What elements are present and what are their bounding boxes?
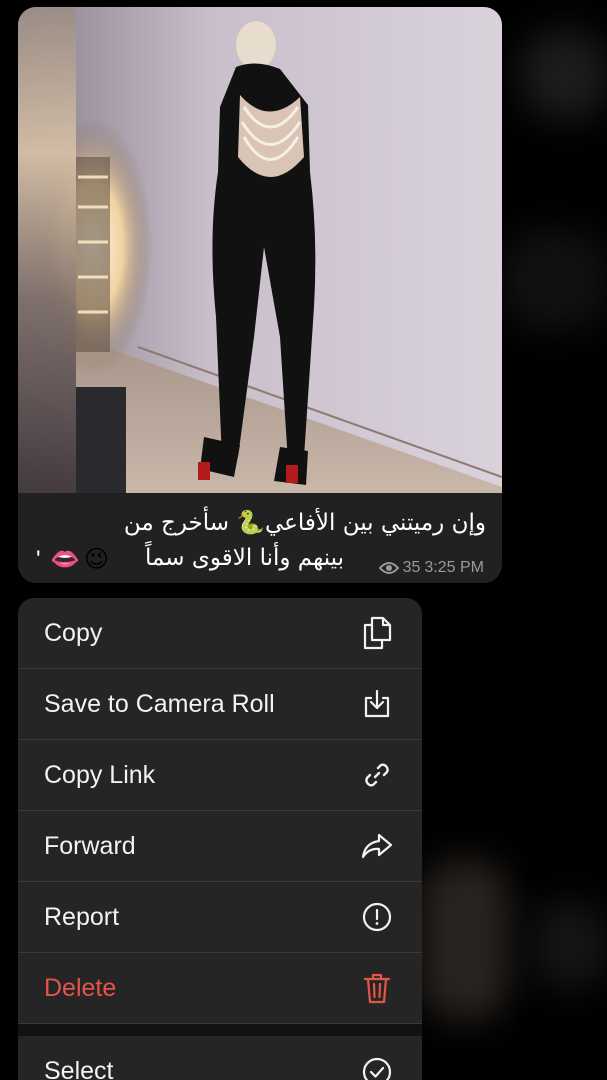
menu-item-label: Report bbox=[44, 902, 120, 931]
check-circle-icon bbox=[360, 1055, 394, 1080]
message-bubble[interactable]: وإن رميتني بين الأفاعي🐍 سأخرج من بينهم و… bbox=[18, 7, 502, 583]
background-blur bbox=[500, 230, 607, 330]
copy-icon bbox=[360, 616, 394, 650]
context-menu: Copy Save to Camera Roll Copy Link Forwa… bbox=[18, 598, 422, 1080]
background-blur bbox=[520, 30, 607, 120]
menu-item-label: Copy Link bbox=[44, 760, 156, 789]
menu-separator bbox=[18, 1024, 422, 1036]
menu-item-label: Save to Camera Roll bbox=[44, 689, 275, 718]
chat-screen: وإن رميتني بين الأفاعي🐍 سأخرج من بينهم و… bbox=[0, 0, 607, 1080]
background-blur bbox=[420, 860, 510, 1020]
eye-icon bbox=[378, 561, 399, 575]
menu-item-label: Select bbox=[44, 1057, 114, 1080]
menu-item-copy[interactable]: Copy bbox=[18, 598, 422, 669]
photo-illustration bbox=[18, 7, 502, 493]
view-count: 35 bbox=[402, 559, 421, 576]
wink-emoji: 😉 bbox=[84, 546, 110, 573]
message-meta: 35 3:25 PM bbox=[378, 559, 484, 577]
menu-item-label: Forward bbox=[44, 831, 136, 860]
message-photo[interactable] bbox=[18, 7, 502, 493]
menu-item-copy-link[interactable]: Copy Link bbox=[18, 740, 422, 811]
save-download-icon bbox=[360, 687, 394, 721]
menu-item-save-to-camera-roll[interactable]: Save to Camera Roll bbox=[18, 669, 422, 740]
menu-item-label: Copy bbox=[44, 618, 103, 647]
menu-item-report[interactable]: Report bbox=[18, 882, 422, 953]
message-time: 3:25 PM bbox=[424, 559, 484, 576]
menu-item-delete[interactable]: Delete bbox=[18, 953, 422, 1024]
trash-icon bbox=[360, 971, 394, 1005]
exclamation-circle-icon bbox=[360, 900, 394, 934]
link-icon bbox=[360, 758, 394, 792]
menu-item-select[interactable]: Select bbox=[18, 1036, 422, 1080]
forward-arrow-icon bbox=[360, 829, 394, 863]
background-blur bbox=[530, 900, 607, 990]
menu-item-forward[interactable]: Forward bbox=[18, 811, 422, 882]
apostrophe-mark: ' bbox=[36, 546, 41, 573]
caption-line-2: بينهم وأنا الاقوى سماً bbox=[145, 545, 344, 571]
message-caption: وإن رميتني بين الأفاعي🐍 سأخرج من بينهم و… bbox=[18, 497, 502, 583]
caption-line-1: وإن رميتني بين الأفاعي🐍 سأخرج من bbox=[123, 510, 486, 536]
menu-item-label: Delete bbox=[44, 973, 117, 1002]
lips-emoji: 👄 bbox=[50, 546, 80, 573]
